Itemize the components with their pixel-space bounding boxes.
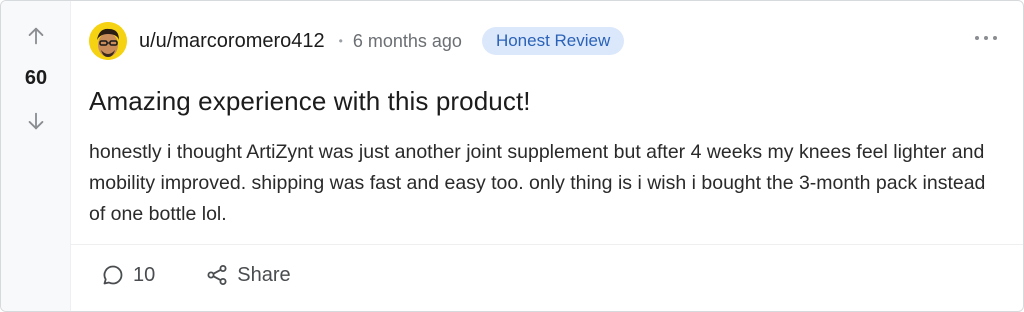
- upvote-button[interactable]: [23, 23, 49, 49]
- arrow-down-icon: [28, 112, 44, 130]
- post-actions: 10 Share: [101, 263, 291, 287]
- post-body: honestly i thought ArtiZynt was just ano…: [89, 141, 986, 225]
- post-content: u/u/marcoromero412 • 6 months ago Honest…: [71, 1, 1023, 311]
- post-timestamp: 6 months ago: [352, 30, 462, 51]
- post-title[interactable]: Amazing experience with this product!: [89, 86, 531, 117]
- comment-icon: [103, 265, 123, 285]
- divider: [71, 244, 1023, 245]
- author-username[interactable]: u/u/marcoromero412: [139, 30, 325, 53]
- arrow-up-icon: [28, 27, 44, 45]
- comments-button[interactable]: 10: [101, 263, 155, 287]
- more-dot: [993, 36, 997, 40]
- avatar[interactable]: [89, 22, 127, 60]
- share-label: Share: [237, 263, 291, 286]
- post-card: 60 u/u/marcoromero412 • 6 months ago Hon…: [0, 0, 1024, 312]
- vote-count: 60: [24, 67, 48, 89]
- share-button[interactable]: Share: [205, 263, 291, 287]
- comments-count: 10: [133, 263, 156, 286]
- downvote-button[interactable]: [23, 108, 49, 134]
- more-options-icon: [975, 36, 979, 40]
- separator-dot: •: [338, 34, 343, 48]
- flair-badge[interactable]: Honest Review: [481, 27, 625, 55]
- share-icon: [207, 265, 227, 285]
- vote-rail: 60: [1, 1, 71, 311]
- post-header: u/u/marcoromero412 • 6 months ago Honest…: [89, 21, 625, 61]
- more-dot: [984, 36, 988, 40]
- more-options-button[interactable]: [975, 31, 997, 45]
- user-avatar-icon: [89, 22, 127, 60]
